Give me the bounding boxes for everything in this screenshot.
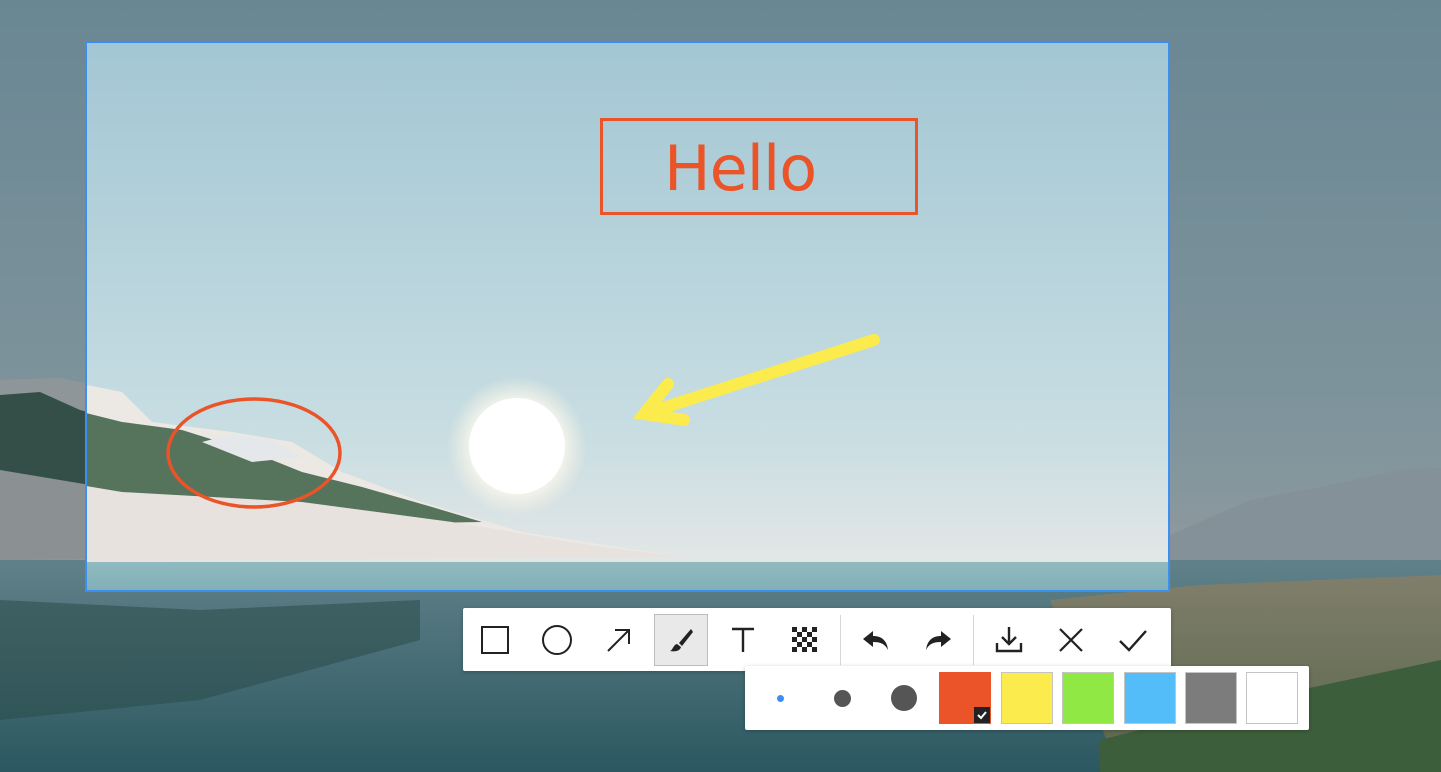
close-icon bbox=[1059, 627, 1083, 652]
ellipse-tool[interactable] bbox=[530, 614, 584, 666]
redo-icon bbox=[926, 630, 951, 650]
color-swatch-orange[interactable] bbox=[939, 672, 991, 724]
brush-size-small[interactable] bbox=[757, 676, 803, 720]
size-medium-dot bbox=[833, 689, 851, 707]
redo-button[interactable] bbox=[911, 614, 965, 666]
text-tool[interactable] bbox=[716, 614, 770, 666]
color-swatch-yellow[interactable] bbox=[1001, 672, 1053, 724]
size-large-dot bbox=[891, 685, 917, 711]
download-icon bbox=[995, 626, 1023, 652]
annotation-text: Hello bbox=[664, 132, 817, 205]
mosaic-tool[interactable] bbox=[778, 614, 832, 666]
circle-icon bbox=[542, 624, 572, 655]
color-swatch-blue[interactable] bbox=[1124, 672, 1176, 724]
brush-icon bbox=[670, 628, 693, 651]
undo-icon bbox=[863, 630, 888, 650]
rectangle-tool[interactable] bbox=[468, 614, 522, 666]
text-icon bbox=[732, 627, 754, 652]
brush-size-large[interactable] bbox=[881, 676, 927, 720]
confirm-button[interactable] bbox=[1106, 614, 1160, 666]
selected-check-icon bbox=[974, 707, 990, 723]
brush-size-medium[interactable] bbox=[819, 676, 865, 720]
mosaic-icon bbox=[792, 626, 817, 652]
toolbar-divider bbox=[973, 614, 974, 665]
annotation-toolbar bbox=[463, 608, 1171, 671]
arrow-icon bbox=[607, 628, 630, 652]
style-palette bbox=[745, 666, 1309, 730]
undo-button[interactable] bbox=[849, 614, 903, 666]
arrow-tool[interactable] bbox=[592, 614, 646, 666]
check-icon bbox=[1119, 629, 1147, 652]
cancel-button[interactable] bbox=[1044, 614, 1098, 666]
square-icon bbox=[481, 625, 509, 654]
save-button[interactable] bbox=[982, 614, 1036, 666]
color-swatch-gray[interactable] bbox=[1185, 672, 1237, 724]
color-swatch-white[interactable] bbox=[1246, 672, 1298, 724]
color-swatch-green[interactable] bbox=[1062, 672, 1114, 724]
size-small-dot bbox=[776, 694, 784, 702]
brush-tool[interactable] bbox=[654, 613, 708, 666]
toolbar-divider bbox=[840, 614, 841, 665]
